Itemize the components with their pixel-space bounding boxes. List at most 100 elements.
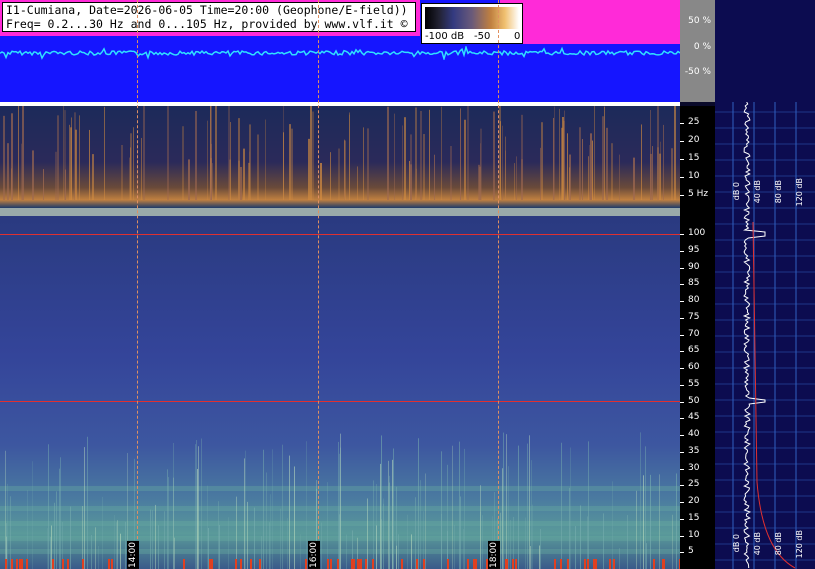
vlf-spark (358, 559, 360, 569)
elf-streak (182, 126, 184, 200)
vlf-streak (380, 463, 381, 569)
profile-top-label-3: 120 dB (795, 178, 804, 207)
axis-tick-label: 65 (688, 345, 700, 356)
scale-label-max: 0 (514, 31, 521, 42)
vlf-streak (32, 461, 33, 569)
vlf-streak (60, 457, 61, 569)
panel-separator-2 (0, 208, 680, 216)
vlf-spark (16, 559, 18, 569)
axis-tick-mark (680, 552, 684, 554)
vlf-spark (5, 559, 7, 569)
header-info-box: I1-Cumiana, Date=2026-06-05 Time=20:00 (… (2, 2, 416, 32)
vlf-streak (659, 474, 660, 569)
elf-streak (248, 162, 250, 200)
vlf-streak (150, 509, 151, 569)
elf-streak (514, 163, 515, 200)
waveform-tick-0: 0 % (693, 42, 711, 52)
elf-streak (188, 159, 190, 200)
elf-streak (478, 164, 480, 200)
elf-streak (619, 154, 620, 200)
elf-streak (660, 141, 661, 200)
vlf-spark (11, 559, 13, 569)
vlf-streak (116, 522, 117, 569)
vlf-spark (327, 559, 329, 569)
time-gridline-1800 (498, 0, 499, 569)
vlf-streak (627, 515, 628, 569)
vlf-spectrogram (0, 216, 680, 569)
elf-streak (564, 110, 565, 200)
elf-streak (402, 125, 403, 200)
elf-streak (493, 111, 495, 200)
waveform-trace (0, 46, 680, 60)
vlf-spectrogram-texture (0, 432, 680, 569)
vlf-spark (52, 559, 54, 569)
axis-tick-mark (680, 485, 684, 487)
vlf-spark (653, 559, 655, 569)
elf-streak (641, 124, 642, 200)
vlf-streak (346, 534, 347, 569)
vlf-streak (272, 449, 273, 569)
vlf-streak (91, 535, 92, 569)
axis-tick-label: 10 (688, 529, 700, 540)
elf-streak (652, 146, 653, 200)
elf-streak (238, 118, 240, 200)
vlf-streak (603, 513, 604, 569)
vlf-streak (114, 515, 115, 569)
axis-tick-mark (680, 317, 684, 319)
waveform-clip-band-right (500, 0, 680, 44)
vlf-streak (198, 446, 199, 569)
axis-tick-mark (680, 401, 684, 403)
axis-tick-label: 25 (688, 479, 700, 490)
vlf-streak (219, 524, 220, 569)
vlf-streak (463, 529, 464, 569)
vlf-streak (59, 468, 60, 569)
vlf-streak (10, 496, 11, 569)
vlf-streak (392, 498, 393, 569)
vlf-spark (595, 559, 597, 569)
elf-streak (92, 154, 94, 200)
vlf-streak (398, 534, 399, 569)
elf-streak (409, 160, 410, 200)
vlf-spark (663, 559, 665, 569)
vlf-spark (506, 559, 508, 569)
vlf-streak (532, 504, 533, 569)
elf-streak (423, 134, 425, 200)
elf-streak (611, 143, 613, 200)
elf-streak (559, 108, 560, 200)
elf-streak (312, 111, 314, 200)
vlf-spark (259, 559, 261, 569)
vlf-streak (415, 497, 416, 569)
elf-streak (590, 133, 592, 200)
axis-tick-label: 85 (688, 278, 700, 289)
vlf-streak (373, 480, 374, 569)
vlf-streak (561, 442, 562, 569)
elf-streak (582, 139, 583, 200)
elf-streak (674, 106, 676, 200)
elf-streak (499, 106, 501, 200)
vlf-spark (26, 559, 28, 569)
vlf-spark (183, 559, 185, 569)
vlf-streak (452, 445, 453, 569)
axis-tick-label: 60 (688, 362, 700, 372)
vlf-streak (48, 444, 49, 569)
axis-tick-mark (680, 451, 684, 453)
elf-streak (460, 108, 461, 200)
vlf-streak (339, 453, 340, 569)
elf-streak (589, 145, 590, 200)
elf-streak (207, 120, 208, 200)
elf-streak (330, 152, 331, 200)
axis-tick-label: 100 (688, 228, 706, 238)
vlf-streak (645, 446, 646, 569)
axis-tick-label: 10 (688, 171, 700, 181)
mains-line-50hz (0, 401, 680, 402)
vlf-streak (269, 522, 270, 569)
elf-streak (55, 151, 57, 200)
vlf-spark (475, 559, 477, 569)
vlf-spark (250, 559, 252, 569)
elf-streak (291, 128, 293, 200)
elf-streak (228, 106, 230, 200)
time-gridline-1400 (137, 0, 138, 569)
vlf-streak (84, 447, 85, 569)
vlf-streak (173, 442, 174, 569)
vlf-streak (5, 450, 6, 569)
